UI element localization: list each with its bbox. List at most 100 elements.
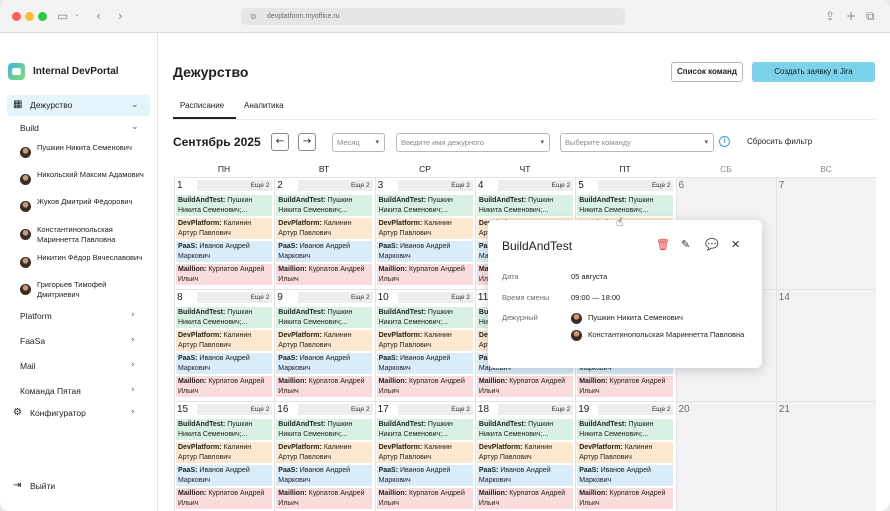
more-events-link[interactable]: Еще 2 xyxy=(197,292,273,303)
more-events-link[interactable]: Еще 2 xyxy=(598,404,674,415)
duty-event[interactable]: PaaS: Иванов Андрей Маркович xyxy=(376,465,473,486)
duty-event[interactable]: BuildAndTest: Пушкин Никита Семенович;..… xyxy=(276,419,373,440)
calendar-day[interactable]: 19 Еще 2 BuildAndTest: Пушкин Никита Семен… xyxy=(575,401,676,511)
calendar-day[interactable]: 2 Еще 2 BuildAndTest: Пушкин Никита Семено… xyxy=(274,177,375,289)
more-events-link[interactable]: Еще 2 xyxy=(297,404,373,415)
chevron-right-icon[interactable]: › xyxy=(131,310,135,320)
duty-event[interactable]: Maillion: Курпатов Андрей Ильич xyxy=(577,488,674,509)
duty-event[interactable]: DevPlatform: Калинин Артур Павлович xyxy=(376,218,473,239)
forward-icon[interactable]: › xyxy=(118,9,123,23)
sidebar-group-mail[interactable]: Mail xyxy=(20,361,36,371)
share-icon[interactable]: ⇪ xyxy=(825,9,835,23)
more-events-link[interactable]: Еще 2 xyxy=(297,180,373,191)
duty-event[interactable]: PaaS: Иванов Андрей Маркович xyxy=(276,465,373,486)
duty-event[interactable]: PaaS: Иванов Андрей Маркович xyxy=(176,353,272,374)
sidebar-group-faasa[interactable]: FaaSa xyxy=(20,336,45,346)
logout-button[interactable]: Выйти xyxy=(30,481,55,491)
more-events-link[interactable]: Еще 2 xyxy=(498,404,574,415)
more-events-link[interactable]: Еще 2 xyxy=(297,292,373,303)
duty-event[interactable]: BuildAndTest: Пушкин Никита Семенович;..… xyxy=(276,195,373,216)
duty-event[interactable]: Maillion: Курпатов Андрей Ильич xyxy=(376,488,473,509)
duty-event[interactable]: DevPlatform: Калинин Артур Павлович xyxy=(276,442,373,463)
duty-event[interactable]: BuildAndTest: Пушкин Никита Семенович;..… xyxy=(176,307,272,328)
duty-event[interactable]: BuildAndTest: Пушкин Никита Семенович;..… xyxy=(476,419,573,440)
teams-list-button[interactable]: Список команд xyxy=(671,62,743,82)
more-events-link[interactable]: Еще 2 xyxy=(397,292,473,303)
duty-event[interactable]: Maillion: Курпатов Андрей Ильич xyxy=(476,376,573,397)
duty-event[interactable]: DevPlatform: Калинин Артур Павлович xyxy=(376,442,473,463)
calendar-day[interactable]: 14 xyxy=(775,289,877,401)
duty-event[interactable]: DevPlatform: Калинин Артур Павлович xyxy=(176,330,272,351)
tabs-overview-icon[interactable]: ⧉ xyxy=(866,9,875,24)
duty-event[interactable]: Maillion: Курпатов Андрей Ильич xyxy=(476,488,573,509)
calendar-day[interactable]: 1 Еще 2 BuildAndTest: Пушкин Никита Семено… xyxy=(174,177,275,289)
duty-event[interactable]: PaaS: Иванов Андрей Маркович xyxy=(276,353,373,374)
duty-event[interactable]: BuildAndTest: Пушкин Никита Семенович;..… xyxy=(376,195,473,216)
chevron-right-icon[interactable]: › xyxy=(131,335,135,345)
sidebar-item-configurator[interactable]: Конфигуратор xyxy=(30,408,86,418)
sidebar-item-duty[interactable] xyxy=(7,95,150,116)
duty-event[interactable]: PaaS: Иванов Андрей Маркович xyxy=(376,353,473,374)
chevron-right-icon[interactable]: › xyxy=(131,407,135,417)
calendar-day[interactable]: 8 Еще 2 BuildAndTest: Пушкин Никита Семено… xyxy=(174,289,275,401)
duty-event[interactable]: DevPlatform: Калинин Артур Павлович xyxy=(176,442,272,463)
calendar-day[interactable]: 20 xyxy=(675,401,776,511)
tab-analytics[interactable]: Аналитика xyxy=(244,101,284,110)
close-icon[interactable]: ✕ xyxy=(731,238,740,251)
duty-event[interactable]: DevPlatform: Калинин Артур Павлович xyxy=(476,442,573,463)
edit-icon[interactable]: ✎ xyxy=(681,238,690,251)
back-icon[interactable]: ‹ xyxy=(96,9,101,23)
duty-event[interactable]: DevPlatform: Калинин Артур Павлович xyxy=(176,218,272,239)
duty-event[interactable]: Maillion: Курпатов Андрей Ильич xyxy=(176,376,272,397)
close-window-button[interactable] xyxy=(12,12,21,21)
calendar-day[interactable]: 3 Еще 2 BuildAndTest: Пушкин Никита Семено… xyxy=(374,177,475,289)
prev-month-button[interactable]: ← xyxy=(271,133,289,151)
duty-event[interactable]: Maillion: Курпатов Андрей Ильич xyxy=(176,264,272,285)
duty-event[interactable]: Maillion: Курпатов Андрей Ильич xyxy=(376,376,473,397)
duty-event[interactable]: Maillion: Курпатов Андрей Ильич xyxy=(276,264,373,285)
more-events-link[interactable]: Еще 2 xyxy=(397,404,473,415)
duty-event[interactable]: PaaS: Иванов Андрей Маркович xyxy=(176,465,272,486)
calendar-day[interactable]: 9 Еще 2 BuildAndTest: Пушкин Никита Семено… xyxy=(274,289,375,401)
calendar-day[interactable]: 15 Еще 2 BuildAndTest: Пушкин Никита Семен… xyxy=(174,401,275,511)
chevron-down-icon[interactable]: ⌄ xyxy=(131,100,139,110)
duty-event[interactable]: PaaS: Иванов Андрей Маркович xyxy=(577,465,674,486)
period-select[interactable]: Месяц ▾ xyxy=(332,133,385,152)
duty-event[interactable]: DevPlatform: Калинин Артур Павлович xyxy=(376,330,473,351)
more-events-link[interactable]: Еще 2 xyxy=(197,180,273,191)
duty-event[interactable]: BuildAndTest: Пушкин Никита Семенович;..… xyxy=(376,307,473,328)
comment-icon[interactable]: 💬 xyxy=(705,238,719,251)
duty-event[interactable]: BuildAndTest: Пушкин Никита Семенович;..… xyxy=(176,419,272,440)
more-events-link[interactable]: Еще 2 xyxy=(598,180,674,191)
duty-event[interactable]: DevPlatform: Калинин Артур Павлович xyxy=(577,442,674,463)
duty-event[interactable]: DevPlatform: Калинин Артур Павлович xyxy=(276,218,373,239)
duty-event[interactable]: Maillion: Курпатов Андрей Ильич xyxy=(176,488,272,509)
duty-event[interactable]: Maillion: Курпатов Андрей Ильич xyxy=(376,264,473,285)
tab-schedule[interactable]: Расписание xyxy=(180,101,224,110)
minimize-window-button[interactable] xyxy=(25,12,34,21)
site-settings-icon[interactable]: ⊜ xyxy=(250,8,257,25)
new-tab-icon[interactable]: + xyxy=(846,9,856,23)
sidebar-toggle-icon[interactable]: ▭ xyxy=(57,9,68,23)
team-select[interactable]: Выберите команду ▾ xyxy=(560,133,714,152)
duty-event[interactable]: BuildAndTest: Пушкин Никита Семенович;..… xyxy=(276,307,373,328)
duty-event[interactable]: Maillion: Курпатов Андрей Ильич xyxy=(276,488,373,509)
duty-event[interactable]: DevPlatform: Калинин Артур Павлович xyxy=(276,330,373,351)
chevron-right-icon[interactable]: › xyxy=(131,385,135,395)
duty-event[interactable]: BuildAndTest: Пушкин Никита Семенович;..… xyxy=(376,419,473,440)
calendar-day[interactable]: 17 Еще 2 BuildAndTest: Пушкин Никита Семен… xyxy=(374,401,475,511)
more-events-link[interactable]: Еще 2 xyxy=(397,180,473,191)
more-events-link[interactable]: Еще 2 xyxy=(197,404,273,415)
chevron-down-icon[interactable]: ⌄ xyxy=(131,122,139,132)
duty-event[interactable]: PaaS: Иванов Андрей Маркович xyxy=(476,465,573,486)
sidebar-group-platform[interactable]: Platform xyxy=(20,311,52,321)
duty-event[interactable]: BuildAndTest: Пушкин Никита Семенович;..… xyxy=(176,195,272,216)
duty-event[interactable]: BuildAndTest: Пушкин Никита Семенович;..… xyxy=(577,419,674,440)
sidebar-group-build[interactable]: Build xyxy=(20,123,39,133)
chevron-down-icon[interactable]: ⌄ xyxy=(74,10,80,18)
address-bar[interactable]: ⊜ devplatform.myoffice.ru xyxy=(241,8,625,25)
calendar-day[interactable]: 16 Еще 2 BuildAndTest: Пушкин Никита Семен… xyxy=(274,401,375,511)
duty-event[interactable]: PaaS: Иванов Андрей Маркович xyxy=(176,241,272,262)
duty-event[interactable]: Maillion: Курпатов Андрей Ильич xyxy=(577,376,674,397)
create-jira-request-button[interactable]: Создать заявку в Jira xyxy=(752,62,875,82)
